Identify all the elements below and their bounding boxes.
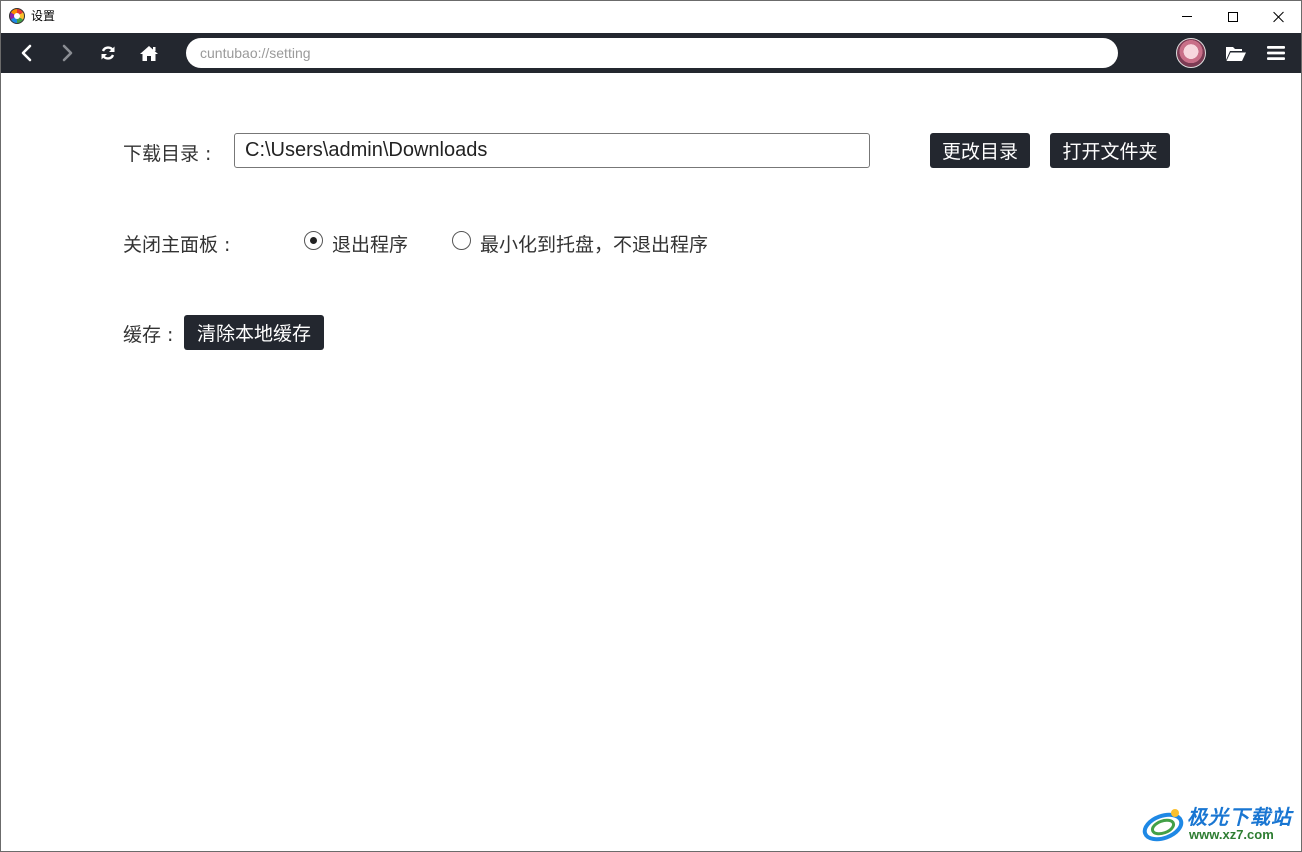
download-dir-input[interactable] xyxy=(234,133,870,168)
minimize-icon xyxy=(1182,16,1192,17)
menu-button[interactable] xyxy=(1258,33,1294,73)
radio-minimize-to-tray[interactable] xyxy=(452,231,471,250)
radio-exit-program[interactable] xyxy=(304,231,323,250)
title-bar[interactable]: 设置 xyxy=(1,1,1301,33)
close-panel-label: 关闭主面板 : xyxy=(123,234,231,256)
open-folder-text-button[interactable]: 打开文件夹 xyxy=(1050,133,1170,168)
menu-icon xyxy=(1267,46,1285,60)
window-title: 设置 xyxy=(31,9,56,23)
radio-minimize-to-tray-label[interactable]: 最小化到托盘，不退出程序 xyxy=(480,230,708,257)
forward-icon xyxy=(62,44,73,62)
open-folder-button[interactable] xyxy=(1218,33,1254,73)
user-avatar-button[interactable] xyxy=(1173,33,1209,73)
back-button[interactable] xyxy=(9,33,45,73)
address-bar[interactable] xyxy=(186,38,1118,68)
forward-button[interactable] xyxy=(49,33,85,73)
browser-toolbar xyxy=(1,33,1301,73)
close-button[interactable] xyxy=(1256,1,1301,32)
maximize-icon xyxy=(1228,11,1238,22)
watermark-url: www.xz7.com xyxy=(1189,827,1274,842)
folder-open-icon xyxy=(1226,46,1246,61)
app-window: 设置 cuntubao://setting 下载目录: C:\Users\ad… xyxy=(0,0,1302,852)
minimize-button[interactable] xyxy=(1164,1,1210,32)
radio-exit-program-label[interactable]: 退出程序 xyxy=(332,230,408,257)
change-dir-button[interactable]: 更改目录 xyxy=(930,133,1030,168)
download-dir-label: 下载目录 : xyxy=(123,143,212,165)
maximize-button[interactable] xyxy=(1210,1,1256,32)
home-icon xyxy=(140,45,158,61)
clear-cache-button[interactable]: 清除本地缓存 xyxy=(184,315,324,350)
watermark: 极光下载站 www.xz7.com xyxy=(1141,801,1301,846)
watermark-logo-icon xyxy=(1142,809,1184,842)
app-logo-icon xyxy=(9,8,25,24)
home-button[interactable] xyxy=(131,33,167,73)
refresh-button[interactable] xyxy=(90,33,126,73)
back-icon xyxy=(21,44,32,62)
cache-label: 缓存 : xyxy=(123,324,174,346)
close-icon xyxy=(1273,11,1285,23)
refresh-icon xyxy=(101,46,115,60)
avatar xyxy=(1176,38,1206,68)
watermark-brand: 极光下载站 xyxy=(1187,805,1292,829)
